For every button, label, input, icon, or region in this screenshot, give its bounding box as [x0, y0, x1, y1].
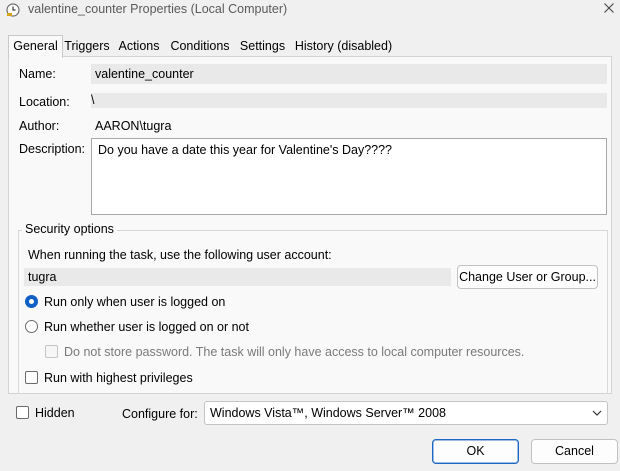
security-options-title: Security options: [22, 222, 117, 236]
name-value: valentine_counter: [95, 67, 194, 81]
no-store-password-checkbox[interactable]: [45, 345, 58, 358]
run-logged-on-radio[interactable]: [25, 295, 38, 308]
author-label: Author:: [19, 119, 60, 133]
run-logged-on-label: Run only when user is logged on: [44, 295, 226, 309]
tab-general[interactable]: General: [8, 35, 63, 58]
close-icon: [604, 3, 614, 13]
highest-privileges-label: Run with highest privileges: [44, 371, 193, 385]
highest-privileges-checkbox[interactable]: [25, 371, 38, 384]
name-field[interactable]: valentine_counter: [91, 64, 607, 84]
tab-conditions[interactable]: Conditions: [167, 37, 233, 56]
title-bar: valentine_counter Properties (Local Comp…: [0, 0, 620, 22]
tab-history[interactable]: History (disabled): [291, 37, 396, 56]
cancel-button[interactable]: Cancel: [531, 439, 618, 464]
location-value: \: [91, 93, 95, 107]
run-whether-radio[interactable]: [25, 320, 38, 333]
description-value: Do you have a date this year for Valenti…: [98, 143, 393, 157]
no-store-password-label: Do not store password. The task will onl…: [64, 345, 525, 359]
user-account-value: tugra: [28, 270, 57, 284]
configure-for-value: Windows Vista™, Windows Server™ 2008: [210, 406, 446, 420]
configure-for-select[interactable]: Windows Vista™, Windows Server™ 2008: [204, 401, 608, 425]
description-label: Description:: [19, 142, 85, 156]
window-title: valentine_counter Properties (Local Comp…: [28, 2, 288, 16]
task-clock-icon: [6, 3, 20, 17]
name-label: Name:: [19, 67, 56, 81]
hidden-checkbox[interactable]: [16, 406, 29, 419]
tab-actions[interactable]: Actions: [114, 37, 164, 56]
location-field: \: [91, 93, 607, 108]
account-prompt: When running the task, use the following…: [28, 248, 332, 262]
description-textarea[interactable]: Do you have a date this year for Valenti…: [91, 138, 607, 215]
change-user-button[interactable]: Change User or Group...: [457, 265, 598, 289]
author-value: AARON\tugra: [95, 119, 172, 133]
ok-button[interactable]: OK: [432, 439, 519, 464]
configure-for-label: Configure for:: [122, 407, 198, 421]
location-label: Location:: [19, 95, 70, 109]
tab-triggers[interactable]: Triggers: [63, 37, 111, 56]
chevron-down-icon: [592, 410, 602, 416]
user-account-field: tugra: [24, 268, 451, 286]
close-button[interactable]: [598, 0, 620, 20]
hidden-label: Hidden: [35, 406, 75, 420]
run-whether-label: Run whether user is logged on or not: [44, 320, 249, 334]
tab-settings[interactable]: Settings: [237, 37, 288, 56]
